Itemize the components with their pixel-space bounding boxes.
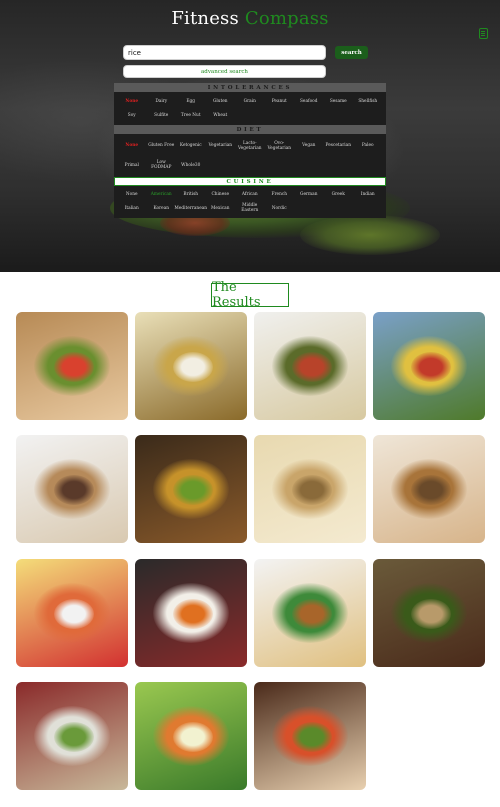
diet-option-vegetarian[interactable]: Vegetarian [206, 136, 236, 156]
recipe-image [16, 559, 128, 667]
recipe-card[interactable] [254, 682, 366, 790]
recipe-image [254, 682, 366, 790]
intolerances-option-gluten[interactable]: Gluten [206, 94, 236, 109]
diet-option-ketogenic[interactable]: Ketogenic [176, 136, 206, 156]
diet-option-pescetarian[interactable]: Pescetarian [324, 136, 354, 156]
recipe-image [135, 312, 247, 420]
diet-heading: DIET [114, 125, 386, 134]
intolerances-option-soy[interactable]: Soy [117, 109, 147, 124]
diet-option-none[interactable]: None [117, 136, 147, 156]
recipe-card[interactable] [135, 312, 247, 420]
cuisine-option-mexican[interactable]: Mexican [206, 200, 236, 216]
diet-option-ovo-vegetarian[interactable]: Ovo-Vegetarian [265, 136, 295, 156]
intolerances-option-grain[interactable]: Grain [235, 94, 265, 109]
diet-option-vegan[interactable]: Vegan [294, 136, 324, 156]
cuisine-option-chinese[interactable]: Chinese [206, 188, 236, 200]
recipe-image [16, 312, 128, 420]
intolerances-option-none[interactable]: None [117, 94, 147, 109]
recipe-image [254, 435, 366, 543]
recipe-image [254, 559, 366, 667]
recipe-image [135, 559, 247, 667]
recipe-image [16, 682, 128, 790]
filters-panel: INTOLERANCES None Dairy Egg Gluten Grain Pean… [114, 83, 386, 218]
intolerances-heading: INTOLERANCES [114, 83, 386, 92]
intolerances-option-wheat[interactable]: Wheat [206, 109, 236, 124]
intolerances-option-shellfish[interactable]: Shellfish [353, 94, 383, 109]
cuisine-option-french[interactable]: French [265, 188, 295, 200]
recipe-card[interactable] [254, 435, 366, 543]
cuisine-option-german[interactable]: German [294, 188, 324, 200]
site-title-accent: Compass [244, 8, 329, 29]
mobile-phone-icon[interactable] [479, 28, 488, 39]
cuisine-option-korean[interactable]: Korean [147, 200, 177, 216]
cuisine-option-african[interactable]: African [235, 188, 265, 200]
recipe-card[interactable] [254, 559, 366, 667]
cuisine-option-mediterranean[interactable]: Mediterranean [174, 200, 207, 216]
search-button[interactable]: search [335, 46, 368, 59]
results-title: The Results [211, 280, 289, 310]
intolerances-option-dairy[interactable]: Dairy [147, 94, 177, 109]
search-input[interactable] [123, 45, 326, 60]
diet-option-gluten-free[interactable]: Gluten Free [147, 136, 177, 156]
cuisine-option-american[interactable]: American [147, 188, 177, 200]
diet-option-paleo[interactable]: Paleo [353, 136, 383, 156]
hero-lettuce-image [300, 215, 440, 255]
recipe-image [16, 435, 128, 543]
recipe-image [373, 559, 485, 667]
cuisine-option-indian[interactable]: Indian [353, 188, 383, 200]
recipe-image [135, 435, 247, 543]
cuisine-option-middle-eastern[interactable]: Middle Eastern [235, 200, 265, 216]
recipe-card[interactable] [254, 312, 366, 420]
recipe-card[interactable] [135, 559, 247, 667]
recipe-card[interactable] [16, 435, 128, 543]
site-title-main: Fitness [171, 8, 239, 29]
advanced-search-button[interactable]: advanced search [123, 65, 326, 78]
diet-option-whole30[interactable]: Whole30 [176, 156, 206, 176]
cuisine-options: None American British Chinese African French G… [114, 186, 386, 218]
recipe-card[interactable] [135, 435, 247, 543]
cuisine-option-none[interactable]: None [117, 188, 147, 200]
diet-options: None Gluten Free Ketogenic Vegetarian Lacto-… [114, 134, 386, 177]
intolerances-option-tree-nut[interactable]: Tree Nut [176, 109, 206, 124]
intolerances-options: None Dairy Egg Gluten Grain Peanut Seafood Sesa… [114, 92, 386, 125]
diet-option-primal[interactable]: Primal [117, 156, 147, 176]
intolerances-option-egg[interactable]: Egg [176, 94, 206, 109]
recipe-card[interactable] [135, 682, 247, 790]
recipe-card[interactable] [373, 312, 485, 420]
intolerances-option-peanut[interactable]: Peanut [265, 94, 295, 109]
recipe-card[interactable] [16, 559, 128, 667]
intolerances-option-sesame[interactable]: Sesame [324, 94, 354, 109]
intolerances-option-seafood[interactable]: Seafood [294, 94, 324, 109]
cuisine-option-italian[interactable]: Italian [117, 200, 147, 216]
recipe-image [373, 435, 485, 543]
cuisine-option-nordic[interactable]: Nordic [265, 200, 295, 216]
recipe-card[interactable] [373, 435, 485, 543]
recipe-image [135, 682, 247, 790]
diet-option-lacto-vegetarian[interactable]: Lacto-Vegetarian [235, 136, 265, 156]
diet-option-low-fodmap[interactable]: Low FODMAP [147, 156, 177, 176]
intolerances-option-sulfite[interactable]: Sulfite [147, 109, 177, 124]
site-title[interactable]: Fitness Compass [0, 8, 500, 29]
cuisine-heading: CUISINE [114, 177, 386, 186]
recipe-card[interactable] [16, 312, 128, 420]
recipe-card[interactable] [16, 682, 128, 790]
cuisine-option-british[interactable]: British [176, 188, 206, 200]
cuisine-option-greek[interactable]: Greek [324, 188, 354, 200]
recipe-card[interactable] [373, 559, 485, 667]
recipe-image [254, 312, 366, 420]
recipe-image [373, 312, 485, 420]
